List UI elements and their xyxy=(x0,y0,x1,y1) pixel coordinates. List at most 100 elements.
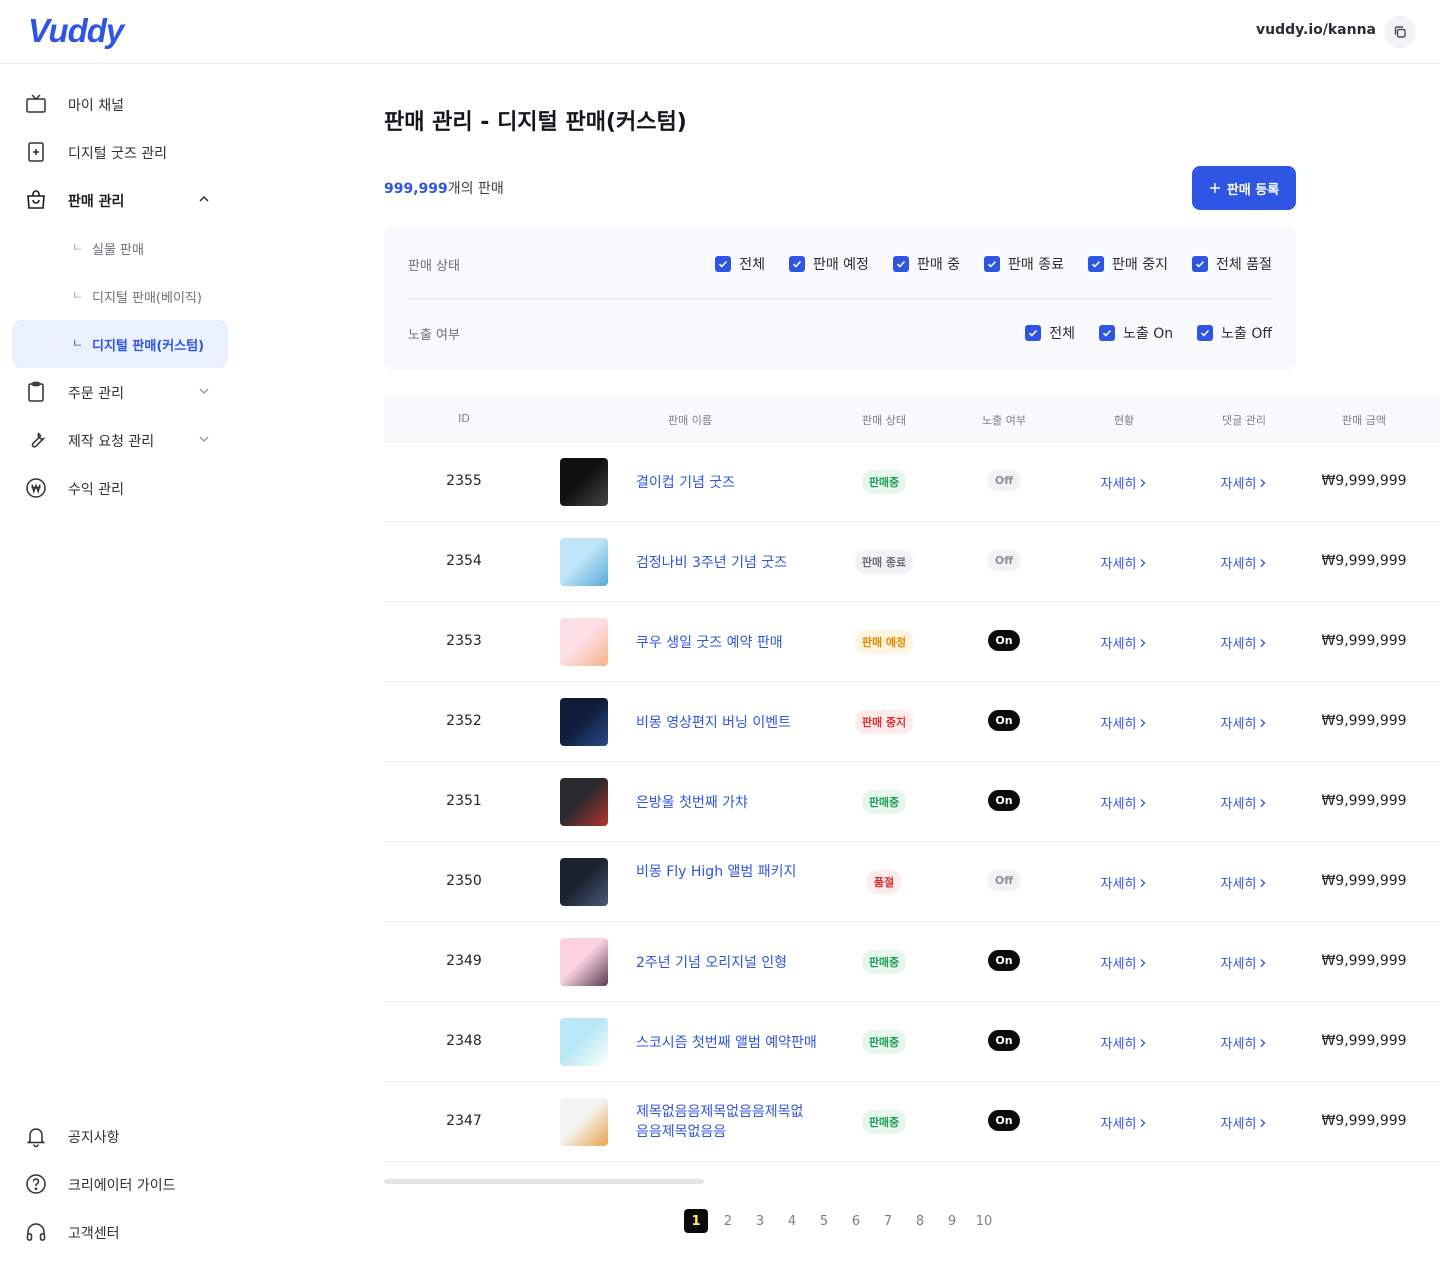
exposure-checkbox-0[interactable]: 전체 xyxy=(1025,323,1075,343)
sale-name-link[interactable]: 쿠우 생일 굿즈 예약 판매 xyxy=(636,633,826,653)
checkbox-box[interactable] xyxy=(1099,325,1115,341)
checkbox-box[interactable] xyxy=(1192,256,1209,272)
status-detail-link[interactable]: 자세히 xyxy=(1064,873,1184,892)
exposure-badge[interactable]: On xyxy=(988,790,1020,811)
page-3-button[interactable]: 3 xyxy=(748,1209,772,1233)
comments-detail-link[interactable]: 자세히 xyxy=(1184,553,1304,572)
status-detail-link[interactable]: 자세히 xyxy=(1064,713,1184,732)
page-10-button[interactable]: 10 xyxy=(972,1209,996,1233)
register-sale-button[interactable]: 판매 등록 xyxy=(1192,166,1296,210)
exposure-toggle[interactable]: On xyxy=(944,710,1064,731)
comments-detail-link[interactable]: 자세히 xyxy=(1184,953,1304,972)
sale-thumbnail[interactable] xyxy=(560,1018,608,1066)
comments-detail-link[interactable]: 자세히 xyxy=(1184,873,1304,892)
sidebar-item-physical-sales[interactable]: ㄴ 실물 판매 xyxy=(12,224,228,272)
comments-detail-link[interactable]: 자세히 xyxy=(1184,1113,1304,1132)
exposure-toggle[interactable]: On xyxy=(944,950,1064,971)
comments-detail-link[interactable]: 자세히 xyxy=(1184,633,1304,652)
page-4-button[interactable]: 4 xyxy=(780,1209,804,1233)
checkbox-box[interactable] xyxy=(892,256,909,272)
sidebar-item-digital-custom[interactable]: ㄴ 디지털 판매(커스텀) xyxy=(12,320,228,368)
sidebar-item-revenue[interactable]: 수익 관리 xyxy=(12,464,228,512)
sale-thumbnail[interactable] xyxy=(560,938,608,986)
sale-thumbnail[interactable] xyxy=(560,618,608,666)
exposure-checkbox-2[interactable]: 노출 Off xyxy=(1197,323,1272,343)
sale-thumbnail[interactable] xyxy=(560,538,608,586)
status-checkbox-1[interactable]: 판매 예정 xyxy=(788,254,869,274)
table-row[interactable]: 2351 은방울 첫번째 가챠 판매중 On 자세히 자세히 ₩9,999,999 xyxy=(384,762,1440,842)
sidebar-item-notices[interactable]: 공지사항 xyxy=(12,1112,228,1160)
comments-detail-link[interactable]: 자세히 xyxy=(1184,1033,1304,1052)
table-row[interactable]: 2347 제목없음음제목없음음제목없음음제목없음음 판매중 On 자세히 자세히 ₩9,99… xyxy=(384,1082,1440,1162)
checkbox-box[interactable] xyxy=(1197,325,1214,341)
exposure-toggle[interactable]: On xyxy=(944,1110,1064,1131)
sale-thumbnail[interactable] xyxy=(560,858,608,906)
exposure-badge[interactable]: On xyxy=(988,1030,1020,1051)
status-detail-link[interactable]: 자세히 xyxy=(1064,793,1184,812)
status-checkbox-0[interactable]: 전체 xyxy=(715,254,765,274)
status-detail-link[interactable]: 자세히 xyxy=(1064,1033,1184,1052)
status-detail-link[interactable]: 자세히 xyxy=(1064,473,1184,492)
page-7-button[interactable]: 7 xyxy=(876,1209,900,1233)
comments-detail-link[interactable]: 자세히 xyxy=(1184,713,1304,732)
sidebar-item-orders[interactable]: 주문 관리 xyxy=(12,368,228,416)
status-checkbox-2[interactable]: 판매 중 xyxy=(892,254,960,274)
vuddy-logo[interactable]: Vuddy xyxy=(28,12,124,50)
page-5-button[interactable]: 5 xyxy=(812,1209,836,1233)
comments-detail-link[interactable]: 자세히 xyxy=(1184,793,1304,812)
exposure-checkbox-1[interactable]: 노출 On xyxy=(1099,323,1173,343)
sale-name-link[interactable]: 비몽 영상편지 버닝 이벤트 xyxy=(636,713,826,733)
sale-thumbnail[interactable] xyxy=(560,1098,608,1146)
exposure-badge[interactable]: Off xyxy=(986,470,1022,491)
exposure-badge[interactable]: On xyxy=(988,1110,1020,1131)
exposure-badge[interactable]: On xyxy=(988,710,1020,731)
exposure-toggle[interactable]: Off xyxy=(944,550,1064,571)
page-9-button[interactable]: 9 xyxy=(940,1209,964,1233)
table-row[interactable]: 2349 2주년 기념 오리지널 인형 판매중 On 자세히 자세히 ₩9,999,999 xyxy=(384,922,1440,1002)
sale-thumbnail[interactable] xyxy=(560,778,608,826)
sidebar-item-production-requests[interactable]: 제작 요청 관리 xyxy=(12,416,228,464)
exposure-toggle[interactable]: On xyxy=(944,790,1064,811)
status-detail-link[interactable]: 자세히 xyxy=(1064,633,1184,652)
sidebar-item-creator-guide[interactable]: 크리에이터 가이드 xyxy=(12,1160,228,1208)
exposure-toggle[interactable]: On xyxy=(944,630,1064,651)
copy-url-button[interactable] xyxy=(1384,16,1416,48)
exposure-toggle[interactable]: Off xyxy=(944,470,1064,491)
page-6-button[interactable]: 6 xyxy=(844,1209,868,1233)
checkbox-box[interactable] xyxy=(788,256,805,272)
sale-thumbnail[interactable] xyxy=(560,458,608,506)
page-2-button[interactable]: 2 xyxy=(716,1209,740,1233)
sale-name-link[interactable]: 결이컵 기념 굿즈 xyxy=(636,473,826,493)
sale-thumbnail[interactable] xyxy=(560,698,608,746)
status-checkbox-3[interactable]: 판매 종료 xyxy=(984,254,1064,274)
sidebar-item-customer-center[interactable]: 고객센터 xyxy=(12,1208,228,1256)
table-row[interactable]: 2348 스코시즘 첫번째 앨범 예약판매 판매중 On 자세히 자세히 ₩9,999,99… xyxy=(384,1002,1440,1082)
sidebar-item-digital-basic[interactable]: ㄴ 디지털 판매(베이직) xyxy=(12,272,228,320)
comments-detail-link[interactable]: 자세히 xyxy=(1184,473,1304,492)
exposure-toggle[interactable]: Off xyxy=(944,870,1064,891)
status-detail-link[interactable]: 자세히 xyxy=(1064,553,1184,572)
exposure-badge[interactable]: Off xyxy=(986,550,1022,571)
status-checkbox-5[interactable]: 전체 품절 xyxy=(1192,254,1272,274)
exposure-toggle[interactable]: On xyxy=(944,1030,1064,1051)
checkbox-box[interactable] xyxy=(1025,325,1042,341)
sidebar-item-sales[interactable]: 판매 관리 xyxy=(12,176,228,224)
sale-name-link[interactable]: 제목없음음제목없음음제목없음음제목없음음 xyxy=(636,1102,816,1142)
sale-name-link[interactable]: 2주년 기념 오리지널 인형 xyxy=(636,953,826,973)
page-1-button[interactable]: 1 xyxy=(684,1209,708,1233)
sale-name-link[interactable]: 은방울 첫번째 가챠 xyxy=(636,793,826,813)
sale-name-link[interactable]: 검정나비 3주년 기념 굿즈 xyxy=(636,553,826,573)
status-checkbox-4[interactable]: 판매 중지 xyxy=(1088,254,1168,274)
page-8-button[interactable]: 8 xyxy=(908,1209,932,1233)
checkbox-box[interactable] xyxy=(1088,256,1105,272)
status-detail-link[interactable]: 자세히 xyxy=(1064,953,1184,972)
status-detail-link[interactable]: 자세히 xyxy=(1064,1113,1184,1132)
sidebar-item-my-channel[interactable]: 마이 채널 xyxy=(12,80,228,128)
checkbox-box[interactable] xyxy=(715,256,732,272)
exposure-badge[interactable]: On xyxy=(988,950,1020,971)
table-row[interactable]: 2353 쿠우 생일 굿즈 예약 판매 판매 예정 On 자세히 자세히 ₩9,999,99… xyxy=(384,602,1440,682)
horizontal-scrollbar[interactable] xyxy=(384,1179,704,1184)
sale-name-link[interactable]: 비몽 Fly High 앨범 패키지 xyxy=(636,862,816,882)
exposure-badge[interactable]: On xyxy=(988,630,1020,651)
table-row[interactable]: 2354 검정나비 3주년 기념 굿즈 판매 종료 Off 자세히 자세히 ₩9,999,9… xyxy=(384,522,1440,602)
